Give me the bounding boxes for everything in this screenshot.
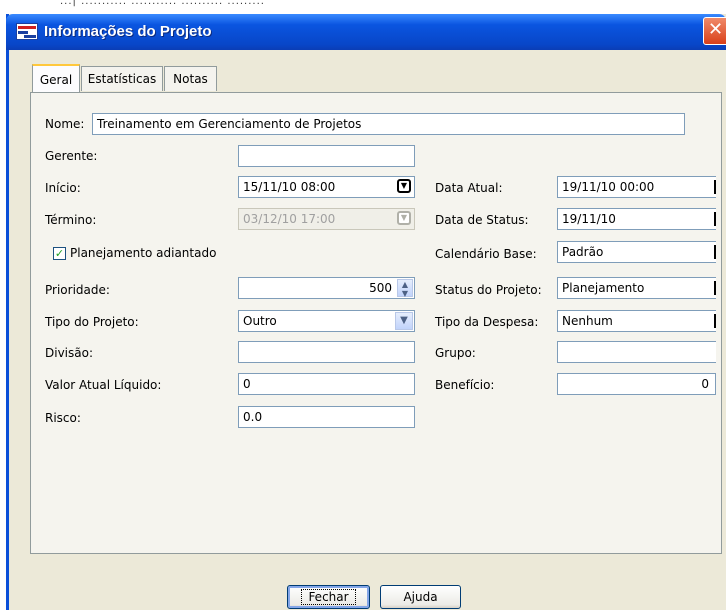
tipo-despesa-label: Tipo da Despesa:: [435, 315, 539, 329]
truncated-edge: [714, 212, 716, 226]
valor-atual-label: Valor Atual Líquido:: [45, 378, 162, 392]
background-text: ...| ........... ........... .......... …: [60, 0, 265, 7]
inicio-date-field[interactable]: 15/11/10 08:00 ▼: [238, 176, 415, 198]
fechar-button[interactable]: Fechar: [287, 585, 370, 609]
divisao-label: Divisão:: [45, 346, 93, 360]
termino-date-field: 03/12/10 17:00 ▼: [238, 208, 415, 230]
truncated-edge: [714, 180, 716, 194]
dropdown-icon: ▼: [397, 211, 411, 225]
prioridade-spinner[interactable]: 500 ▲ ▼: [238, 277, 415, 299]
background-app-strip: ...| ........... ........... .......... …: [0, 0, 726, 12]
prioridade-value: 500: [369, 281, 392, 295]
nome-label: Nome:: [45, 117, 85, 131]
data-status-field[interactable]: 19/11/10: [557, 208, 716, 230]
inicio-value: 15/11/10 08:00: [243, 180, 336, 194]
status-projeto-select[interactable]: Planejamento: [557, 277, 716, 299]
tipo-despesa-select[interactable]: Nenhum: [557, 310, 716, 332]
truncated-edge: [714, 314, 716, 328]
data-status-label: Data de Status:: [435, 213, 529, 227]
calendario-value: Padrão: [562, 245, 604, 259]
status-projeto-value: Planejamento: [562, 281, 645, 295]
app-icon: [16, 23, 38, 40]
tipo-projeto-label: Tipo do Projeto:: [45, 315, 139, 329]
valor-atual-field[interactable]: 0: [238, 373, 415, 395]
tab-notas[interactable]: Notas: [164, 66, 217, 91]
calendario-label: Calendário Base:: [435, 247, 537, 261]
close-button[interactable]: ✕: [703, 17, 726, 45]
gerente-label: Gerente:: [45, 149, 98, 163]
data-atual-value: 19/11/10 00:00: [562, 180, 655, 194]
prioridade-label: Prioridade:: [45, 283, 110, 297]
beneficio-field[interactable]: 0: [557, 373, 716, 395]
truncated-edge: [714, 281, 716, 295]
grupo-field[interactable]: [557, 341, 716, 363]
spinner-arrows-icon[interactable]: ▲ ▼: [397, 279, 413, 298]
tipo-projeto-select[interactable]: Outro ▼: [238, 310, 415, 332]
grupo-label: Grupo:: [435, 346, 476, 360]
ajuda-button[interactable]: Ajuda: [380, 585, 461, 609]
termino-label: Término:: [45, 213, 97, 227]
risco-field[interactable]: 0.0: [238, 406, 415, 428]
fechar-label: Fechar: [301, 589, 356, 605]
risco-label: Risco:: [45, 411, 81, 425]
nome-field[interactable]: Treinamento em Gerenciamento de Projetos: [92, 113, 685, 135]
tab-geral[interactable]: Geral: [32, 64, 80, 93]
divisao-field[interactable]: [238, 341, 415, 363]
beneficio-label: Benefício:: [435, 378, 495, 392]
planejamento-label: Planejamento adiantado: [70, 246, 217, 260]
tipo-despesa-value: Nenhum: [562, 314, 613, 328]
data-status-value: 19/11/10: [562, 212, 616, 226]
tipo-projeto-value: Outro: [243, 314, 277, 328]
truncated-edge: [714, 245, 716, 259]
dropdown-icon[interactable]: ▼: [397, 179, 411, 193]
close-icon: ✕: [708, 19, 724, 40]
window-title: Informações do Projeto: [44, 23, 212, 40]
planejamento-checkbox[interactable]: ✓: [53, 247, 66, 260]
termino-value: 03/12/10 17:00: [243, 212, 336, 226]
inicio-label: Início:: [45, 181, 81, 195]
calendario-select[interactable]: Padrão: [557, 241, 716, 263]
tab-estatisticas[interactable]: Estatísticas: [81, 66, 163, 91]
data-atual-field[interactable]: 19/11/10 00:00: [557, 176, 716, 198]
data-atual-label: Data Atual:: [435, 181, 503, 195]
gerente-field[interactable]: [238, 145, 415, 167]
chevron-down-icon[interactable]: ▼: [395, 312, 413, 330]
title-bar[interactable]: Informações do Projeto: [6, 14, 726, 50]
status-projeto-label: Status do Projeto:: [435, 283, 542, 297]
